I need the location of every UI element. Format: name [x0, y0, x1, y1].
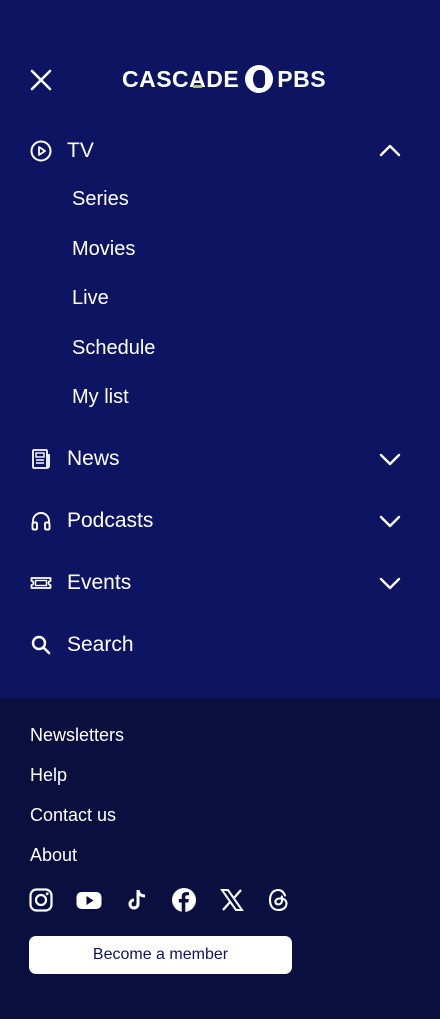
chevron-down-icon[interactable]	[378, 509, 402, 533]
main-menu: CASC A DE PBS TV Series Movies Live Schedu…	[0, 0, 440, 698]
facebook-icon[interactable]	[170, 886, 198, 914]
nav-item-tv[interactable]: TV	[0, 131, 440, 171]
nav-item-podcasts[interactable]: Podcasts	[0, 501, 440, 541]
submenu-item-series[interactable]: Series	[72, 188, 129, 211]
youtube-icon[interactable]	[75, 886, 103, 914]
close-icon[interactable]	[28, 67, 54, 93]
nav-item-label: Search	[67, 633, 134, 656]
nav-item-label: News	[67, 447, 120, 470]
logo-text-right: PBS	[277, 65, 327, 92]
pbs-head-icon	[245, 65, 274, 93]
instagram-icon[interactable]	[27, 886, 55, 914]
footer-link-contact-us[interactable]: Contact us	[30, 805, 116, 826]
chevron-down-icon[interactable]	[378, 571, 402, 595]
ticket-icon	[29, 571, 53, 595]
play-circle-icon	[29, 139, 53, 163]
nav-item-news[interactable]: News	[0, 439, 440, 479]
submenu-item-movies[interactable]: Movies	[72, 238, 135, 261]
nav-item-label: TV	[67, 139, 94, 162]
cascade-pbs-logo[interactable]: CASC A DE PBS	[122, 64, 326, 94]
nav-item-label: Events	[67, 571, 132, 594]
newspaper-icon	[29, 447, 53, 471]
chevron-up-icon[interactable]	[378, 139, 402, 163]
become-member-button[interactable]: Become a member	[29, 936, 292, 974]
chevron-down-icon[interactable]	[378, 447, 402, 471]
footer-link-newsletters[interactable]: Newsletters	[30, 725, 124, 746]
submenu-item-my-list[interactable]: My list	[72, 386, 129, 409]
logo-text-mid: DE	[206, 65, 240, 92]
threads-icon[interactable]	[265, 886, 293, 914]
tiktok-icon[interactable]	[123, 886, 151, 914]
submenu-item-schedule[interactable]: Schedule	[72, 337, 155, 360]
search-icon	[29, 633, 53, 657]
x-icon[interactable]	[218, 886, 246, 914]
headphones-icon	[29, 509, 53, 533]
nav-item-search[interactable]: Search	[0, 625, 440, 665]
logo-text-left: CASC	[122, 65, 190, 92]
logo-text-a: A	[189, 65, 207, 92]
nav-item-events[interactable]: Events	[0, 563, 440, 603]
submenu-item-live[interactable]: Live	[72, 287, 109, 310]
footer-link-about[interactable]: About	[30, 845, 77, 866]
nav-item-label: Podcasts	[67, 509, 154, 532]
footer-link-help[interactable]: Help	[30, 765, 67, 786]
